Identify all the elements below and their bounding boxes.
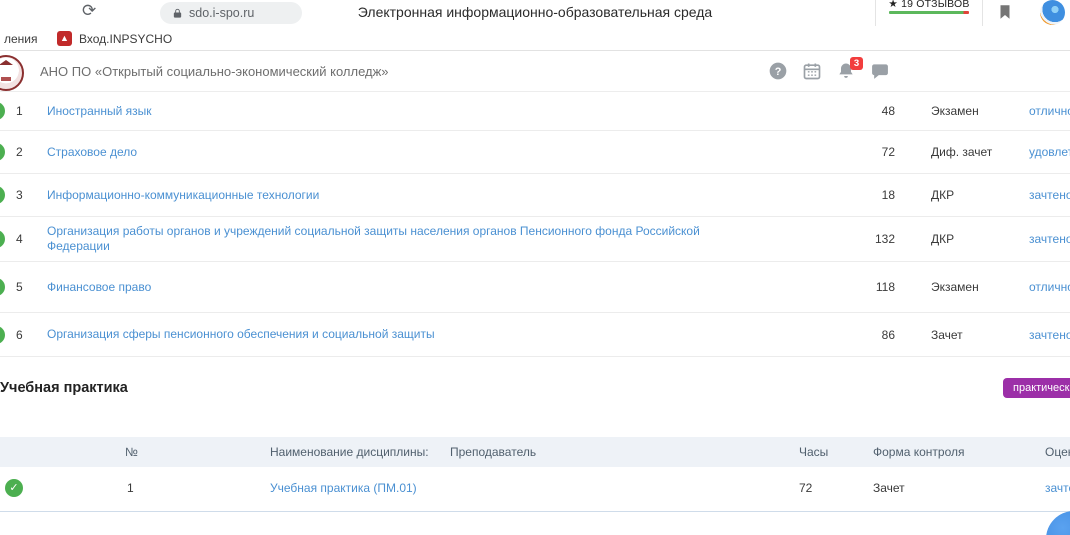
notifications-bell-icon[interactable]: 3 [836,61,856,81]
column-header-control: Форма контроля [873,445,965,459]
floating-action-button[interactable] [1046,511,1070,535]
bookmark-item-truncated[interactable]: ления [4,32,38,46]
browser-toolbar: ⟳ sdo.i-spo.ru Электронная информационно… [0,0,1070,27]
hours-value: 72 [799,481,812,495]
control-form: Экзамен [931,104,1016,118]
discipline-link[interactable]: Страховое дело [47,145,817,160]
calendar-icon[interactable] [802,61,822,81]
reviews-button[interactable]: ★ 19 ОТЗЫВОВ [875,0,983,26]
discipline-link[interactable]: Финансовое право [47,280,817,295]
hours-value: 86 [817,328,895,342]
row-number: 6 [16,328,40,342]
control-form: ДКР [931,188,1016,202]
grade-link[interactable]: зачтено [1029,232,1070,246]
bookmarks-bar: ления ▲ Вход.INPSYCHO [0,27,1070,51]
table-row: ✓ 4 Организация работы органов и учрежде… [0,217,1070,262]
profile-avatar[interactable] [1040,0,1065,25]
discipline-link[interactable]: Иностранный язык [47,104,817,119]
bookmark-item-inpsycho[interactable]: Вход.INPSYCHO [79,32,172,46]
column-header-name: Наименование дисциплины: [270,445,429,459]
reviews-rating-bar [889,11,969,14]
table-row: ✓ 1 Иностранный язык 48 Экзамен отлично [0,92,1070,131]
hours-value: 48 [817,104,895,118]
column-header-teacher: Преподаватель [450,445,536,459]
row-number: 5 [16,280,40,294]
row-number: 1 [16,104,40,118]
grade-link[interactable]: зачтено [1045,481,1070,495]
discipline-link[interactable]: Организация сферы пенсионного обеспечени… [47,327,817,342]
table-row: ✓ 2 Страховое дело 72 Диф. зачет удовлет… [0,131,1070,174]
chat-icon[interactable] [870,61,890,81]
hours-value: 132 [817,232,895,246]
practice-section-header: Учебная практика практическое [0,374,1070,404]
control-form: ДКР [931,232,1016,246]
discipline-link[interactable]: Учебная практика (ПМ.01) [270,481,417,495]
row-number: 2 [16,145,40,159]
notification-badge: 3 [850,57,863,70]
grade-link[interactable]: зачтено [1029,328,1070,342]
grade-link[interactable]: зачтено [1029,188,1070,202]
completed-check-icon: ✓ [0,326,5,344]
table-row: ✓ 6 Организация сферы пенсионного обеспе… [0,313,1070,357]
grade-link[interactable]: удовлетворительно [1029,145,1070,159]
hours-value: 118 [817,280,895,294]
hours-value: 72 [817,145,895,159]
table-row: ✓ 3 Информационно-коммуникационные техно… [0,174,1070,217]
courses-table: ✓ 1 Иностранный язык 48 Экзамен отлично … [0,92,1070,357]
header-icons: ? 3 [768,61,890,81]
reviews-label: ★ 19 ОТЗЫВОВ [876,0,982,10]
column-header-num: № [125,445,138,459]
completed-check-icon: ✓ [0,230,5,248]
practice-table-header: № Наименование дисциплины: Преподаватель… [0,437,1070,467]
row-number: 4 [16,232,40,246]
completed-check-icon: ✓ [0,278,5,296]
column-header-hours: Часы [799,445,828,459]
control-form: Зачет [931,328,1016,342]
row-number: 1 [127,481,134,495]
discipline-link[interactable]: Организация работы органов и учреждений … [47,224,817,254]
discipline-link[interactable]: Информационно-коммуникационные технологи… [47,188,817,203]
bookmark-icon[interactable] [996,3,1014,21]
grade-link[interactable]: отлично [1029,104,1070,118]
practice-type-badge: практическое [1003,378,1070,398]
hours-value: 18 [817,188,895,202]
table-row: ✓ 1 Учебная практика (ПМ.01) 72 Зачет за… [0,467,1070,512]
grade-link[interactable]: отлично [1029,280,1070,294]
row-number: 3 [16,188,40,202]
control-form: Зачет [873,481,905,495]
section-title: Учебная практика [0,380,128,396]
control-form: Экзамен [931,280,1016,294]
site-header: АНО ПО «Открытый социально-экономический… [0,51,1070,92]
org-name: АНО ПО «Открытый социально-экономический… [40,64,389,79]
help-icon[interactable]: ? [768,61,788,81]
table-row: ✓ 5 Финансовое право 118 Экзамен отлично [0,262,1070,313]
control-form: Диф. зачет [931,145,1016,159]
college-logo [0,55,24,91]
svg-text:?: ? [775,66,782,78]
column-header-grade: Оценка [1045,445,1070,459]
completed-check-icon: ✓ [0,143,5,161]
browser-window: ⟳ sdo.i-spo.ru Электронная информационно… [0,0,1070,535]
inpsycho-favicon: ▲ [57,31,72,46]
completed-check-icon: ✓ [5,479,23,497]
completed-check-icon: ✓ [0,102,5,120]
completed-check-icon: ✓ [0,186,5,204]
